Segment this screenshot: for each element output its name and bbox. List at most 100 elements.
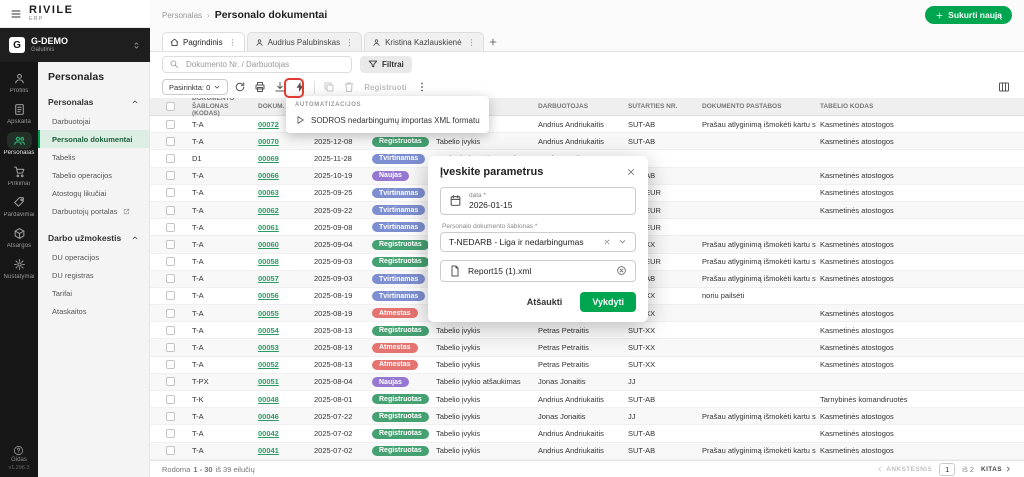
breadcrumb-parent[interactable]: Personalas xyxy=(162,11,202,20)
document-link[interactable]: 00048 xyxy=(258,395,279,404)
sidebar-item[interactable]: Tarifai xyxy=(38,284,149,302)
table-row[interactable]: T-A000412025-07-02RegistruotasTabelio įv… xyxy=(150,443,1024,460)
delete-button[interactable] xyxy=(341,79,357,95)
tab-menu-icon[interactable] xyxy=(228,38,237,47)
row-checkbox[interactable] xyxy=(166,309,175,318)
cancel-button[interactable]: Atšaukti xyxy=(521,296,569,308)
register-button[interactable]: Registruoti xyxy=(361,83,409,92)
guide-link[interactable]: Gidas xyxy=(11,445,27,463)
tab-audrius-palubinskas[interactable]: Audrius Palubinskas xyxy=(247,32,362,51)
document-link[interactable]: 00046 xyxy=(258,412,279,421)
close-icon[interactable] xyxy=(626,167,636,177)
create-new-button[interactable]: Sukurti naują xyxy=(925,6,1012,24)
chevron-down-icon[interactable] xyxy=(618,237,627,246)
table-row[interactable]: T-A00072Tabelio įvykisAndrius Andriukait… xyxy=(150,116,1024,133)
column-header-0[interactable] xyxy=(162,102,188,111)
document-link[interactable]: 00053 xyxy=(258,343,279,352)
sidebar-item[interactable]: Ataskaitos xyxy=(38,302,149,320)
document-link[interactable]: 00069 xyxy=(258,154,279,163)
document-link[interactable]: 00057 xyxy=(258,274,279,283)
select-all-checkbox[interactable] xyxy=(166,102,175,111)
document-link[interactable]: 00056 xyxy=(258,291,279,300)
more-actions-button[interactable] xyxy=(414,79,430,95)
column-header-7[interactable]: SUTARTIES NR. xyxy=(624,103,698,110)
row-checkbox[interactable] xyxy=(166,326,175,335)
search-input[interactable] xyxy=(184,59,345,70)
row-checkbox[interactable] xyxy=(166,188,175,197)
table-row[interactable]: T-A000542025-08-13RegistruotasTabelio įv… xyxy=(150,322,1024,339)
copy-button[interactable] xyxy=(321,79,337,95)
submit-button[interactable]: Vykdyti xyxy=(580,292,636,312)
sidebar-item[interactable]: Tabelio operacijos xyxy=(38,166,149,184)
row-checkbox[interactable] xyxy=(166,206,175,215)
row-checkbox[interactable] xyxy=(166,171,175,180)
row-checkbox[interactable] xyxy=(166,274,175,283)
row-checkbox[interactable] xyxy=(166,291,175,300)
table-row[interactable]: T-A000702025-12-08RegistruotasTabelio įv… xyxy=(150,133,1024,150)
row-checkbox[interactable] xyxy=(166,120,175,129)
prev-page-button[interactable]: ANKSTESNIS xyxy=(876,465,932,473)
row-checkbox[interactable] xyxy=(166,412,175,421)
rail-item-nustatymai[interactable]: Nustatymai xyxy=(1,253,37,283)
rail-item-apskaita[interactable]: Apskaita xyxy=(1,98,37,128)
sidebar-item[interactable]: Darbuotojų portalas xyxy=(38,202,149,220)
rail-item-profilis[interactable]: Profilis xyxy=(1,67,37,97)
export-button[interactable] xyxy=(272,79,288,95)
sidebar-section-header[interactable]: Personalas xyxy=(38,92,149,112)
tab-kristina-kazlauskienė[interactable]: Kristina Kazlauskienė xyxy=(364,32,483,51)
row-checkbox[interactable] xyxy=(166,429,175,438)
current-page[interactable]: 1 xyxy=(939,463,955,476)
refresh-button[interactable] xyxy=(232,79,248,95)
table-row[interactable]: T-A000522025-08-13AtmestasTabelio įvykis… xyxy=(150,357,1024,374)
row-checkbox[interactable] xyxy=(166,360,175,369)
row-checkbox[interactable] xyxy=(166,240,175,249)
row-checkbox[interactable] xyxy=(166,257,175,266)
template-select[interactable]: T-NEDARB - Liga ir nedarbingumas xyxy=(440,232,636,252)
row-checkbox[interactable] xyxy=(166,446,175,455)
sidebar-item[interactable]: Personalo dokumentai xyxy=(38,130,149,148)
column-settings-button[interactable] xyxy=(996,79,1012,95)
tab-pagrindinis[interactable]: Pagrindinis xyxy=(162,32,245,51)
row-checkbox[interactable] xyxy=(166,377,175,386)
document-link[interactable]: 00051 xyxy=(258,377,279,386)
column-header-9[interactable]: TABELIO KODAS xyxy=(816,103,1012,110)
automation-menu-item[interactable]: SODROS nedarbingumų importas XML formatu xyxy=(286,111,489,129)
clear-icon[interactable] xyxy=(603,238,611,246)
row-checkbox[interactable] xyxy=(166,343,175,352)
document-link[interactable]: 00041 xyxy=(258,446,279,455)
date-field[interactable]: data * 2026-01-15 xyxy=(440,187,636,215)
rail-item-pirkimai[interactable]: Pirkimai xyxy=(1,160,37,190)
column-header-8[interactable]: DOKUMENTO PASTABOS xyxy=(698,103,816,110)
document-link[interactable]: 00060 xyxy=(258,240,279,249)
tab-menu-icon[interactable] xyxy=(345,38,354,47)
document-link[interactable]: 00066 xyxy=(258,171,279,180)
table-row[interactable]: T-PX000512025-08-04NaujasTabelio įvykio … xyxy=(150,374,1024,391)
document-link[interactable]: 00061 xyxy=(258,223,279,232)
rail-item-pardavimai[interactable]: Pardavimai xyxy=(1,191,37,221)
next-page-button[interactable]: KITAS xyxy=(981,465,1012,473)
sidebar-section-header[interactable]: Darbo užmokestis xyxy=(38,228,149,248)
table-row[interactable]: T-K000482025-08-01RegistruotasTabelio įv… xyxy=(150,391,1024,408)
document-link[interactable]: 00063 xyxy=(258,188,279,197)
sidebar-item[interactable]: DU operacijos xyxy=(38,248,149,266)
sidebar-item[interactable]: Darbuotojai xyxy=(38,112,149,130)
document-link[interactable]: 00072 xyxy=(258,120,279,129)
add-tab-button[interactable] xyxy=(484,32,502,51)
column-header-1[interactable]: DOKUMENTO ŠABLONAS (KODAS) xyxy=(188,98,254,118)
company-selector[interactable]: G G-DEMO Galutinis xyxy=(0,28,150,62)
sidebar-item[interactable]: Atostogų likučiai xyxy=(38,184,149,202)
row-checkbox[interactable] xyxy=(166,137,175,146)
document-link[interactable]: 00054 xyxy=(258,326,279,335)
tab-menu-icon[interactable] xyxy=(467,38,476,47)
table-row[interactable]: T-A000532025-08-13AtmestasTabelio įvykis… xyxy=(150,339,1024,356)
automation-button[interactable] xyxy=(292,79,308,95)
row-checkbox[interactable] xyxy=(166,223,175,232)
menu-toggle-icon[interactable] xyxy=(10,8,22,20)
rail-item-personalas[interactable]: Personalas xyxy=(1,129,37,159)
remove-file-icon[interactable] xyxy=(616,265,627,276)
table-row[interactable]: T-A000422025-07-02RegistruotasTabelio įv… xyxy=(150,425,1024,442)
column-header-6[interactable]: DARBUOTOJAS xyxy=(534,103,624,110)
filters-button[interactable]: Filtrai xyxy=(360,56,412,73)
document-link[interactable]: 00058 xyxy=(258,257,279,266)
document-link[interactable]: 00042 xyxy=(258,429,279,438)
